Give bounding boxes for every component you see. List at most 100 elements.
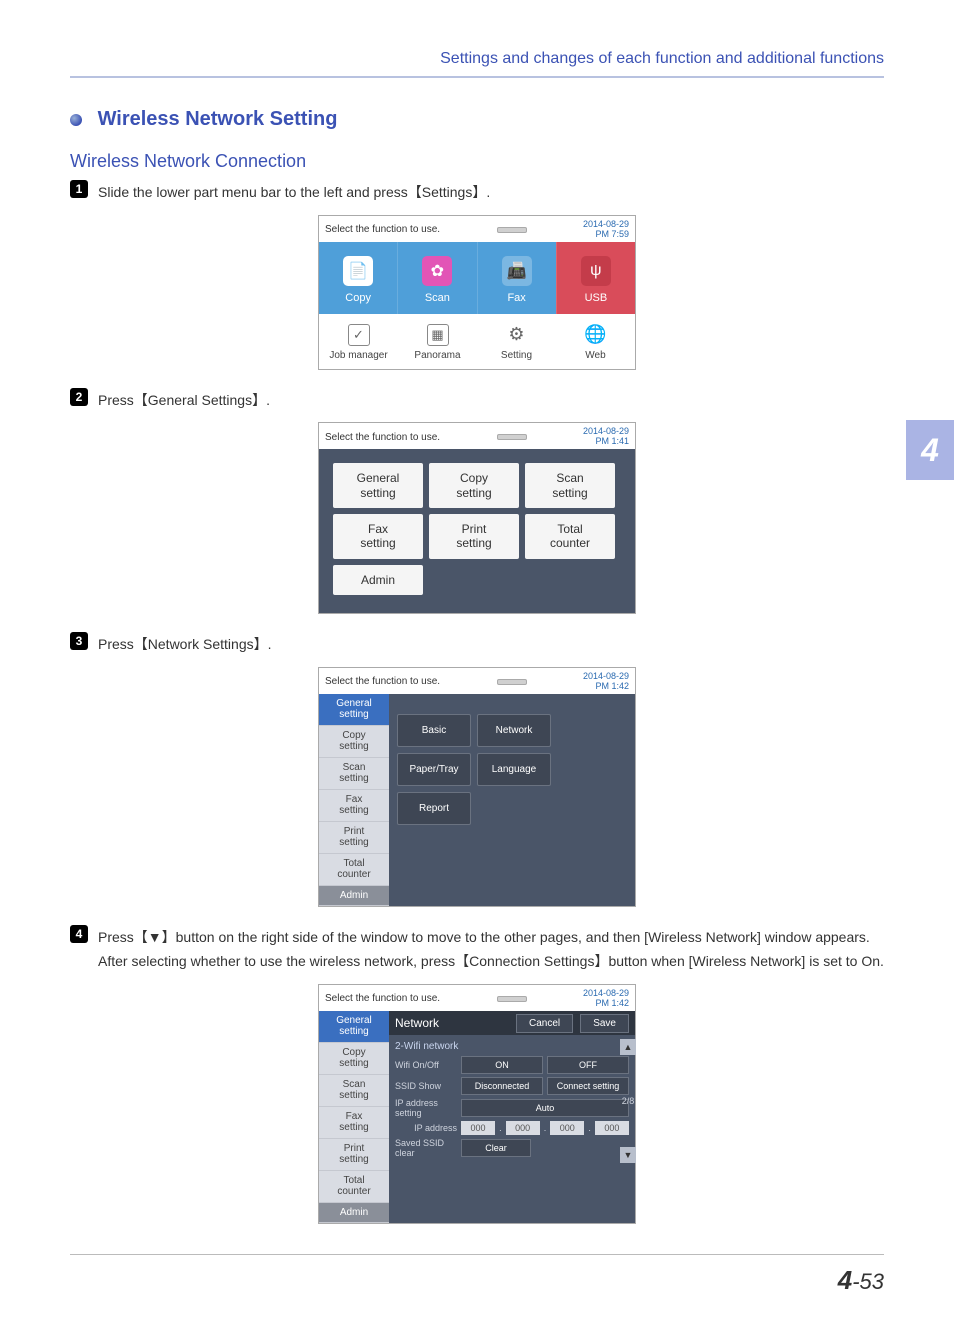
side-copy[interactable]: Copysetting bbox=[319, 726, 389, 758]
side-print[interactable]: Printsetting bbox=[319, 822, 389, 854]
subsection-title: Wireless Network Connection bbox=[70, 151, 884, 172]
btn-paper-tray[interactable]: Paper/Tray bbox=[397, 753, 471, 786]
ss-time: PM 7:59 bbox=[595, 229, 629, 239]
btn-scan-setting[interactable]: Scansetting bbox=[525, 463, 615, 508]
ss-date: 2014-08-29 bbox=[583, 988, 629, 998]
screenshot-home: Select the function to use. 2014-08-29 P… bbox=[318, 215, 636, 370]
step-text: Press【Network Settings】. bbox=[98, 632, 272, 657]
lower-panorama[interactable]: ▦ Panorama bbox=[398, 314, 477, 369]
bullet-icon bbox=[70, 114, 82, 126]
clear-button[interactable]: Clear bbox=[461, 1139, 531, 1157]
wifi-onoff-label: Wifi On/Off bbox=[395, 1060, 457, 1070]
tile-usb[interactable]: ψ USB bbox=[556, 242, 635, 314]
ss-time: PM 1:41 bbox=[595, 436, 629, 446]
ip-setting-label: IP address setting bbox=[395, 1098, 457, 1118]
ss-date: 2014-08-29 bbox=[583, 219, 629, 229]
step-2: 2 Press【General Settings】. bbox=[70, 388, 884, 413]
screenshot-network-wifi: Select the function to use. 2014-08-29 P… bbox=[318, 984, 636, 1224]
tile-label: USB bbox=[557, 292, 635, 304]
step-4: 4 Press【▼】button on the right side of th… bbox=[70, 925, 884, 974]
ssid-show-label: SSID Show bbox=[395, 1081, 457, 1091]
scroll-down-icon[interactable]: ▼ bbox=[620, 1147, 636, 1163]
cancel-button[interactable]: Cancel bbox=[516, 1014, 573, 1033]
lower-label: Panorama bbox=[398, 350, 477, 361]
lower-label: Job manager bbox=[319, 350, 398, 361]
ip-address-field[interactable]: 000. 000. 000. 000 bbox=[461, 1121, 629, 1135]
tile-scan[interactable]: ✿ Scan bbox=[397, 242, 476, 314]
side-scan[interactable]: Scansetting bbox=[319, 1075, 389, 1107]
wifi-on-button[interactable]: ON bbox=[461, 1056, 543, 1074]
btn-admin[interactable]: Admin bbox=[333, 565, 423, 595]
step-text: Slide the lower part menu bar to the lef… bbox=[98, 180, 490, 205]
tile-copy[interactable]: 📄 Copy bbox=[319, 242, 397, 314]
step-text: Press【General Settings】. bbox=[98, 388, 270, 413]
section-title: Wireless Network Setting bbox=[70, 108, 884, 131]
chapter-header: Settings and changes of each function an… bbox=[70, 50, 884, 78]
ip-octet[interactable]: 000 bbox=[506, 1121, 540, 1135]
ssid-status: Disconnected bbox=[461, 1077, 543, 1095]
connect-setting-button[interactable]: Connect setting bbox=[547, 1077, 629, 1095]
btn-network[interactable]: Network bbox=[477, 714, 551, 747]
ss-time: PM 1:42 bbox=[595, 998, 629, 1008]
save-button[interactable]: Save bbox=[580, 1014, 629, 1033]
side-admin[interactable]: Admin bbox=[319, 1203, 389, 1224]
ss-date: 2014-08-29 bbox=[583, 426, 629, 436]
fax-icon: 📠 bbox=[502, 256, 532, 286]
btn-language[interactable]: Language bbox=[477, 753, 551, 786]
side-total[interactable]: Totalcounter bbox=[319, 854, 389, 886]
btn-print-setting[interactable]: Printsetting bbox=[429, 514, 519, 559]
saved-ssid-clear-label: Saved SSID clear bbox=[395, 1138, 457, 1158]
ss-prompt: Select the function to use. bbox=[325, 993, 440, 1004]
scroll-up-icon[interactable]: ▲ bbox=[620, 1039, 636, 1055]
btn-basic[interactable]: Basic bbox=[397, 714, 471, 747]
step-number: 2 bbox=[70, 388, 88, 406]
drag-handle-icon bbox=[497, 679, 527, 685]
side-copy[interactable]: Copysetting bbox=[319, 1043, 389, 1075]
ss-prompt: Select the function to use. bbox=[325, 676, 440, 687]
lower-setting[interactable]: ⚙ Setting bbox=[477, 314, 556, 369]
scan-icon: ✿ bbox=[422, 256, 452, 286]
drag-handle-icon bbox=[497, 434, 527, 440]
drag-handle-icon bbox=[497, 996, 527, 1002]
drag-handle-icon bbox=[497, 227, 527, 233]
ss-date: 2014-08-29 bbox=[583, 671, 629, 681]
step-text: Press【▼】button on the right side of the … bbox=[98, 925, 884, 974]
side-total[interactable]: Totalcounter bbox=[319, 1171, 389, 1203]
step-1: 1 Slide the lower part menu bar to the l… bbox=[70, 180, 884, 205]
btn-fax-setting[interactable]: Faxsetting bbox=[333, 514, 423, 559]
side-general[interactable]: Generalsetting bbox=[319, 1011, 389, 1043]
ss-prompt: Select the function to use. bbox=[325, 224, 440, 235]
btn-copy-setting[interactable]: Copysetting bbox=[429, 463, 519, 508]
footer-chapter: 4 bbox=[838, 1265, 852, 1295]
step-number: 3 bbox=[70, 632, 88, 650]
side-fax[interactable]: Faxsetting bbox=[319, 790, 389, 822]
lower-label: Web bbox=[556, 350, 635, 361]
ip-octet[interactable]: 000 bbox=[461, 1121, 495, 1135]
footer-page: 53 bbox=[860, 1269, 884, 1294]
step-3: 3 Press【Network Settings】. bbox=[70, 632, 884, 657]
btn-general-setting[interactable]: Generalsetting bbox=[333, 463, 423, 508]
page-indicator: 2/8 bbox=[620, 1096, 636, 1106]
panel-title: Network bbox=[395, 1016, 439, 1030]
step-number: 4 bbox=[70, 925, 88, 943]
tile-fax[interactable]: 📠 Fax bbox=[477, 242, 556, 314]
usb-icon: ψ bbox=[581, 256, 611, 286]
side-scan[interactable]: Scansetting bbox=[319, 758, 389, 790]
wifi-off-button[interactable]: OFF bbox=[547, 1056, 629, 1074]
side-fax[interactable]: Faxsetting bbox=[319, 1107, 389, 1139]
ss-prompt: Select the function to use. bbox=[325, 432, 440, 443]
btn-report[interactable]: Report bbox=[397, 792, 471, 825]
check-icon: ✓ bbox=[348, 324, 370, 346]
side-general[interactable]: Generalsetting bbox=[319, 694, 389, 726]
ip-setting-value[interactable]: Auto bbox=[461, 1099, 629, 1117]
page-footer: 4-53 bbox=[70, 1254, 884, 1296]
lower-job-manager[interactable]: ✓ Job manager bbox=[319, 314, 398, 369]
lower-label: Setting bbox=[477, 350, 556, 361]
btn-total-counter[interactable]: Totalcounter bbox=[525, 514, 615, 559]
ip-octet[interactable]: 000 bbox=[550, 1121, 584, 1135]
gear-icon: ⚙ bbox=[506, 324, 528, 346]
lower-web[interactable]: 🌐 Web bbox=[556, 314, 635, 369]
side-print[interactable]: Printsetting bbox=[319, 1139, 389, 1171]
side-admin[interactable]: Admin bbox=[319, 886, 389, 907]
step-number: 1 bbox=[70, 180, 88, 198]
